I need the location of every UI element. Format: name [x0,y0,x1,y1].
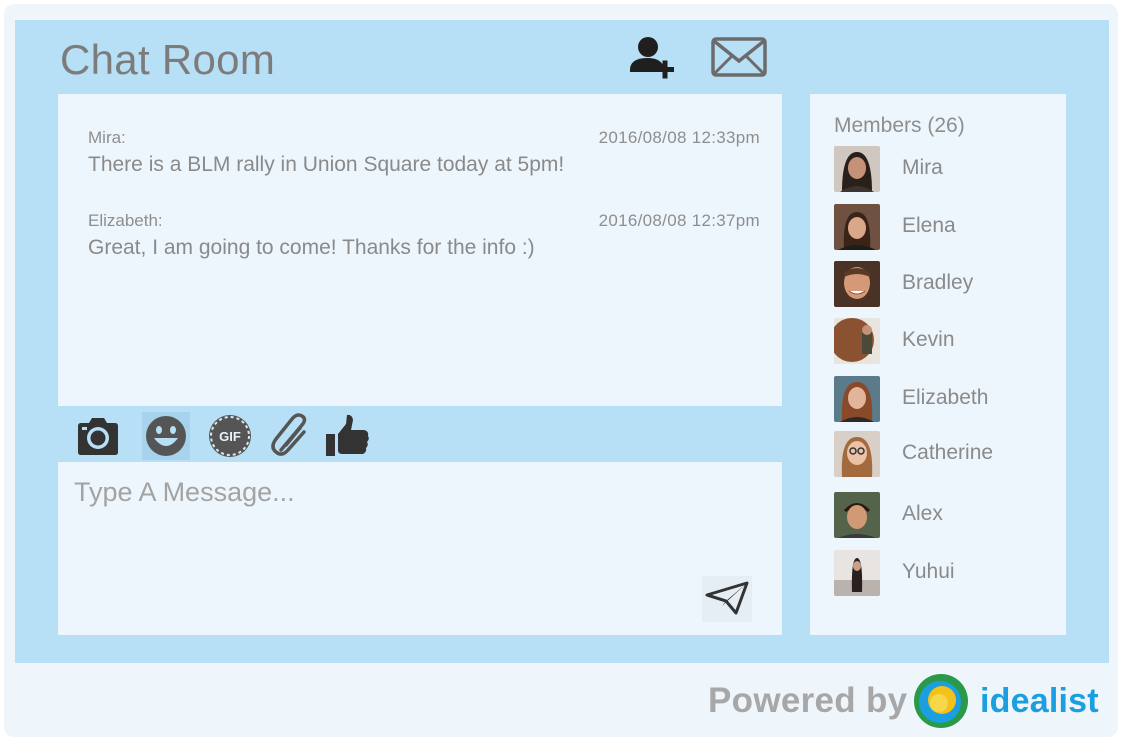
member-item[interactable]: Kevin [834,318,1054,366]
message-text: Great, I am going to come! Thanks for th… [88,236,535,259]
paper-plane-icon [705,581,749,614]
add-user-icon [630,37,674,79]
member-name: Yuhui [902,560,955,583]
paperclip-icon [271,413,307,456]
member-item[interactable]: Elena [834,204,1054,252]
gif-button[interactable]: GIF [206,412,254,460]
message-timestamp: 2016/08/08 12:33pm [598,128,760,147]
member-name: Elena [902,214,956,237]
members-title: Members (26) [834,114,965,137]
avatar [834,492,880,538]
avatar [834,376,880,422]
member-name: Alex [902,502,943,525]
members-panel: Members (26) Mira Elena Bradley Kevin El… [810,94,1066,635]
message-composer [58,462,782,635]
powered-by-text: Powered by [708,681,908,720]
avatar [834,146,880,192]
avatar [834,261,880,307]
member-item[interactable]: Alex [834,492,1054,540]
avatar [834,204,880,250]
camera-icon [78,418,118,455]
svg-text:GIF: GIF [219,429,241,444]
page-title: Chat Room [60,36,276,83]
member-name: Bradley [902,271,974,294]
message-item: Mira: 2016/08/08 12:33pm There is a BLM … [88,128,760,177]
camera-button[interactable] [74,412,122,460]
member-name: Elizabeth [902,386,989,409]
message-item: Elizabeth: 2016/08/08 12:37pm Great, I a… [88,211,760,260]
add-user-button[interactable] [626,34,678,84]
member-name: Kevin [902,328,955,351]
message-input[interactable] [74,472,714,512]
message-timestamp: 2016/08/08 12:37pm [598,211,760,230]
envelope-icon [711,37,767,77]
gif-icon: GIF [209,415,251,457]
member-name: Catherine [902,441,994,464]
member-item[interactable]: Catherine [834,431,1054,479]
thumbs-up-icon [326,414,369,456]
emoji-button[interactable] [142,412,190,460]
idealist-logo-icon [912,672,970,730]
member-item[interactable]: Elizabeth [834,376,1054,424]
member-name: Mira [902,156,943,179]
attach-button[interactable] [268,412,316,460]
send-button[interactable] [702,576,752,622]
member-item[interactable]: Bradley [834,261,1054,309]
brand-name[interactable]: idealist [980,682,1099,721]
avatar [834,550,880,596]
avatar [834,318,880,364]
member-item[interactable]: Mira [834,146,1054,194]
mail-button[interactable] [710,36,768,78]
avatar [834,431,880,477]
member-item[interactable]: Yuhui [834,550,1054,598]
message-list[interactable]: Mira: 2016/08/08 12:33pm There is a BLM … [58,94,782,406]
like-button[interactable] [324,412,372,460]
smiley-icon [142,412,190,460]
message-toolbar: GIF [58,408,782,462]
message-text: There is a BLM rally in Union Square tod… [88,153,565,176]
